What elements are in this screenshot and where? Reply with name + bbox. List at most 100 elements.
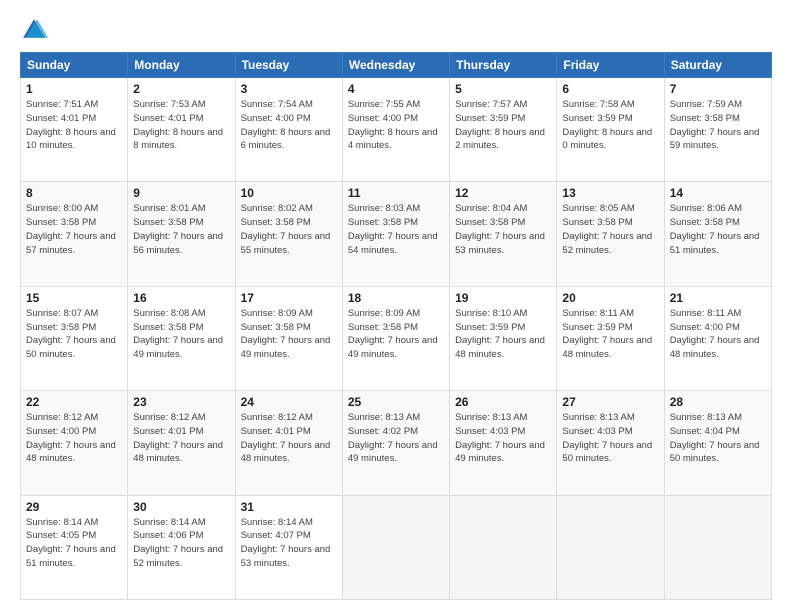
day-number: 30	[133, 500, 229, 514]
day-number: 14	[670, 186, 766, 200]
calendar-cell: 24 Sunrise: 8:12 AMSunset: 4:01 PMDayligh…	[235, 391, 342, 495]
day-number: 11	[348, 186, 444, 200]
calendar-cell: 11 Sunrise: 8:03 AMSunset: 3:58 PMDayligh…	[342, 182, 449, 286]
calendar-week-1: 8 Sunrise: 8:00 AMSunset: 3:58 PMDaylight…	[21, 182, 772, 286]
day-number: 7	[670, 82, 766, 96]
calendar-table: SundayMondayTuesdayWednesdayThursdayFrid…	[20, 52, 772, 600]
day-info: Sunrise: 8:11 AMSunset: 3:59 PMDaylight:…	[562, 307, 658, 362]
day-number: 1	[26, 82, 122, 96]
day-info: Sunrise: 8:02 AMSunset: 3:58 PMDaylight:…	[241, 202, 337, 257]
calendar-cell: 29 Sunrise: 8:14 AMSunset: 4:05 PMDayligh…	[21, 495, 128, 599]
day-info: Sunrise: 8:03 AMSunset: 3:58 PMDaylight:…	[348, 202, 444, 257]
calendar-cell: 4Sunrise: 7:55 AMSunset: 4:00 PMDaylight…	[342, 78, 449, 182]
day-info: Sunrise: 8:04 AMSunset: 3:58 PMDaylight:…	[455, 202, 551, 257]
day-info: Sunrise: 8:01 AMSunset: 3:58 PMDaylight:…	[133, 202, 229, 257]
logo	[20, 16, 52, 44]
day-info: Sunrise: 8:12 AMSunset: 4:01 PMDaylight:…	[241, 411, 337, 466]
calendar-cell: 5 Sunrise: 7:57 AMSunset: 3:59 PMDaylight…	[450, 78, 557, 182]
calendar-cell: 2 Sunrise: 7:53 AMSunset: 4:01 PMDaylight…	[128, 78, 235, 182]
calendar-body: 1Sunrise: 7:51 AMSunset: 4:01 PMDaylight…	[21, 78, 772, 600]
calendar-header: SundayMondayTuesdayWednesdayThursdayFrid…	[21, 53, 772, 78]
calendar-cell: 22Sunrise: 8:12 AMSunset: 4:00 PMDayligh…	[21, 391, 128, 495]
day-number: 8	[26, 186, 122, 200]
day-info: Sunrise: 8:09 AMSunset: 3:58 PMDaylight:…	[348, 307, 444, 362]
day-info: Sunrise: 8:13 AMSunset: 4:02 PMDaylight:…	[348, 411, 444, 466]
page: SundayMondayTuesdayWednesdayThursdayFrid…	[0, 0, 792, 612]
calendar-cell: 15Sunrise: 8:07 AMSunset: 3:58 PMDayligh…	[21, 286, 128, 390]
day-number: 31	[241, 500, 337, 514]
calendar-cell: 7 Sunrise: 7:59 AMSunset: 3:58 PMDaylight…	[664, 78, 771, 182]
day-info: Sunrise: 8:14 AMSunset: 4:05 PMDaylight:…	[26, 516, 122, 571]
calendar-cell: 13 Sunrise: 8:05 AMSunset: 3:58 PMDayligh…	[557, 182, 664, 286]
calendar-cell: 18 Sunrise: 8:09 AMSunset: 3:58 PMDayligh…	[342, 286, 449, 390]
day-info: Sunrise: 7:57 AMSunset: 3:59 PMDaylight:…	[455, 98, 551, 153]
day-info: Sunrise: 7:58 AMSunset: 3:59 PMDaylight:…	[562, 98, 658, 153]
day-number: 25	[348, 395, 444, 409]
calendar-cell: 31 Sunrise: 8:14 AMSunset: 4:07 PMDayligh…	[235, 495, 342, 599]
calendar-cell: 10 Sunrise: 8:02 AMSunset: 3:58 PMDayligh…	[235, 182, 342, 286]
calendar-week-3: 22Sunrise: 8:12 AMSunset: 4:00 PMDayligh…	[21, 391, 772, 495]
logo-icon	[20, 16, 48, 44]
calendar-cell	[557, 495, 664, 599]
calendar-cell: 14Sunrise: 8:06 AMSunset: 3:58 PMDayligh…	[664, 182, 771, 286]
day-number: 19	[455, 291, 551, 305]
calendar-cell: 26 Sunrise: 8:13 AMSunset: 4:03 PMDayligh…	[450, 391, 557, 495]
day-info: Sunrise: 8:08 AMSunset: 3:58 PMDaylight:…	[133, 307, 229, 362]
day-number: 17	[241, 291, 337, 305]
calendar-cell: 16 Sunrise: 8:08 AMSunset: 3:58 PMDayligh…	[128, 286, 235, 390]
header	[20, 16, 772, 44]
day-number: 26	[455, 395, 551, 409]
day-number: 27	[562, 395, 658, 409]
calendar-week-0: 1Sunrise: 7:51 AMSunset: 4:01 PMDaylight…	[21, 78, 772, 182]
day-info: Sunrise: 8:13 AMSunset: 4:04 PMDaylight:…	[670, 411, 766, 466]
day-number: 6	[562, 82, 658, 96]
calendar-cell: 30 Sunrise: 8:14 AMSunset: 4:06 PMDayligh…	[128, 495, 235, 599]
day-info: Sunrise: 8:05 AMSunset: 3:58 PMDaylight:…	[562, 202, 658, 257]
day-number: 16	[133, 291, 229, 305]
calendar-cell: 9 Sunrise: 8:01 AMSunset: 3:58 PMDaylight…	[128, 182, 235, 286]
day-info: Sunrise: 8:00 AMSunset: 3:58 PMDaylight:…	[26, 202, 122, 257]
calendar-cell: 28Sunrise: 8:13 AMSunset: 4:04 PMDayligh…	[664, 391, 771, 495]
day-info: Sunrise: 8:14 AMSunset: 4:06 PMDaylight:…	[133, 516, 229, 571]
weekday-header-friday: Friday	[557, 53, 664, 78]
day-info: Sunrise: 8:13 AMSunset: 4:03 PMDaylight:…	[562, 411, 658, 466]
day-info: Sunrise: 7:53 AMSunset: 4:01 PMDaylight:…	[133, 98, 229, 153]
day-number: 2	[133, 82, 229, 96]
calendar-cell: 3 Sunrise: 7:54 AMSunset: 4:00 PMDaylight…	[235, 78, 342, 182]
weekday-header-thursday: Thursday	[450, 53, 557, 78]
day-info: Sunrise: 8:13 AMSunset: 4:03 PMDaylight:…	[455, 411, 551, 466]
weekday-header-sunday: Sunday	[21, 53, 128, 78]
calendar-cell	[664, 495, 771, 599]
calendar-cell: 1Sunrise: 7:51 AMSunset: 4:01 PMDaylight…	[21, 78, 128, 182]
day-number: 5	[455, 82, 551, 96]
calendar-week-2: 15Sunrise: 8:07 AMSunset: 3:58 PMDayligh…	[21, 286, 772, 390]
calendar-cell: 23Sunrise: 8:12 AMSunset: 4:01 PMDayligh…	[128, 391, 235, 495]
weekday-header-monday: Monday	[128, 53, 235, 78]
day-info: Sunrise: 8:10 AMSunset: 3:59 PMDaylight:…	[455, 307, 551, 362]
weekday-row: SundayMondayTuesdayWednesdayThursdayFrid…	[21, 53, 772, 78]
calendar-cell: 8 Sunrise: 8:00 AMSunset: 3:58 PMDaylight…	[21, 182, 128, 286]
day-info: Sunrise: 7:54 AMSunset: 4:00 PMDaylight:…	[241, 98, 337, 153]
day-number: 10	[241, 186, 337, 200]
calendar-cell: 6 Sunrise: 7:58 AMSunset: 3:59 PMDaylight…	[557, 78, 664, 182]
weekday-header-saturday: Saturday	[664, 53, 771, 78]
day-info: Sunrise: 7:59 AMSunset: 3:58 PMDaylight:…	[670, 98, 766, 153]
weekday-header-tuesday: Tuesday	[235, 53, 342, 78]
day-number: 3	[241, 82, 337, 96]
day-number: 21	[670, 291, 766, 305]
day-number: 29	[26, 500, 122, 514]
day-number: 18	[348, 291, 444, 305]
day-number: 12	[455, 186, 551, 200]
calendar-cell	[450, 495, 557, 599]
calendar-cell: 21Sunrise: 8:11 AMSunset: 4:00 PMDayligh…	[664, 286, 771, 390]
day-number: 24	[241, 395, 337, 409]
day-number: 13	[562, 186, 658, 200]
calendar-cell: 12 Sunrise: 8:04 AMSunset: 3:58 PMDayligh…	[450, 182, 557, 286]
calendar-cell	[342, 495, 449, 599]
day-info: Sunrise: 8:14 AMSunset: 4:07 PMDaylight:…	[241, 516, 337, 571]
day-number: 9	[133, 186, 229, 200]
calendar-cell: 27 Sunrise: 8:13 AMSunset: 4:03 PMDayligh…	[557, 391, 664, 495]
day-info: Sunrise: 7:55 AMSunset: 4:00 PMDaylight:…	[348, 98, 444, 153]
calendar-cell: 20Sunrise: 8:11 AMSunset: 3:59 PMDayligh…	[557, 286, 664, 390]
day-info: Sunrise: 8:09 AMSunset: 3:58 PMDaylight:…	[241, 307, 337, 362]
